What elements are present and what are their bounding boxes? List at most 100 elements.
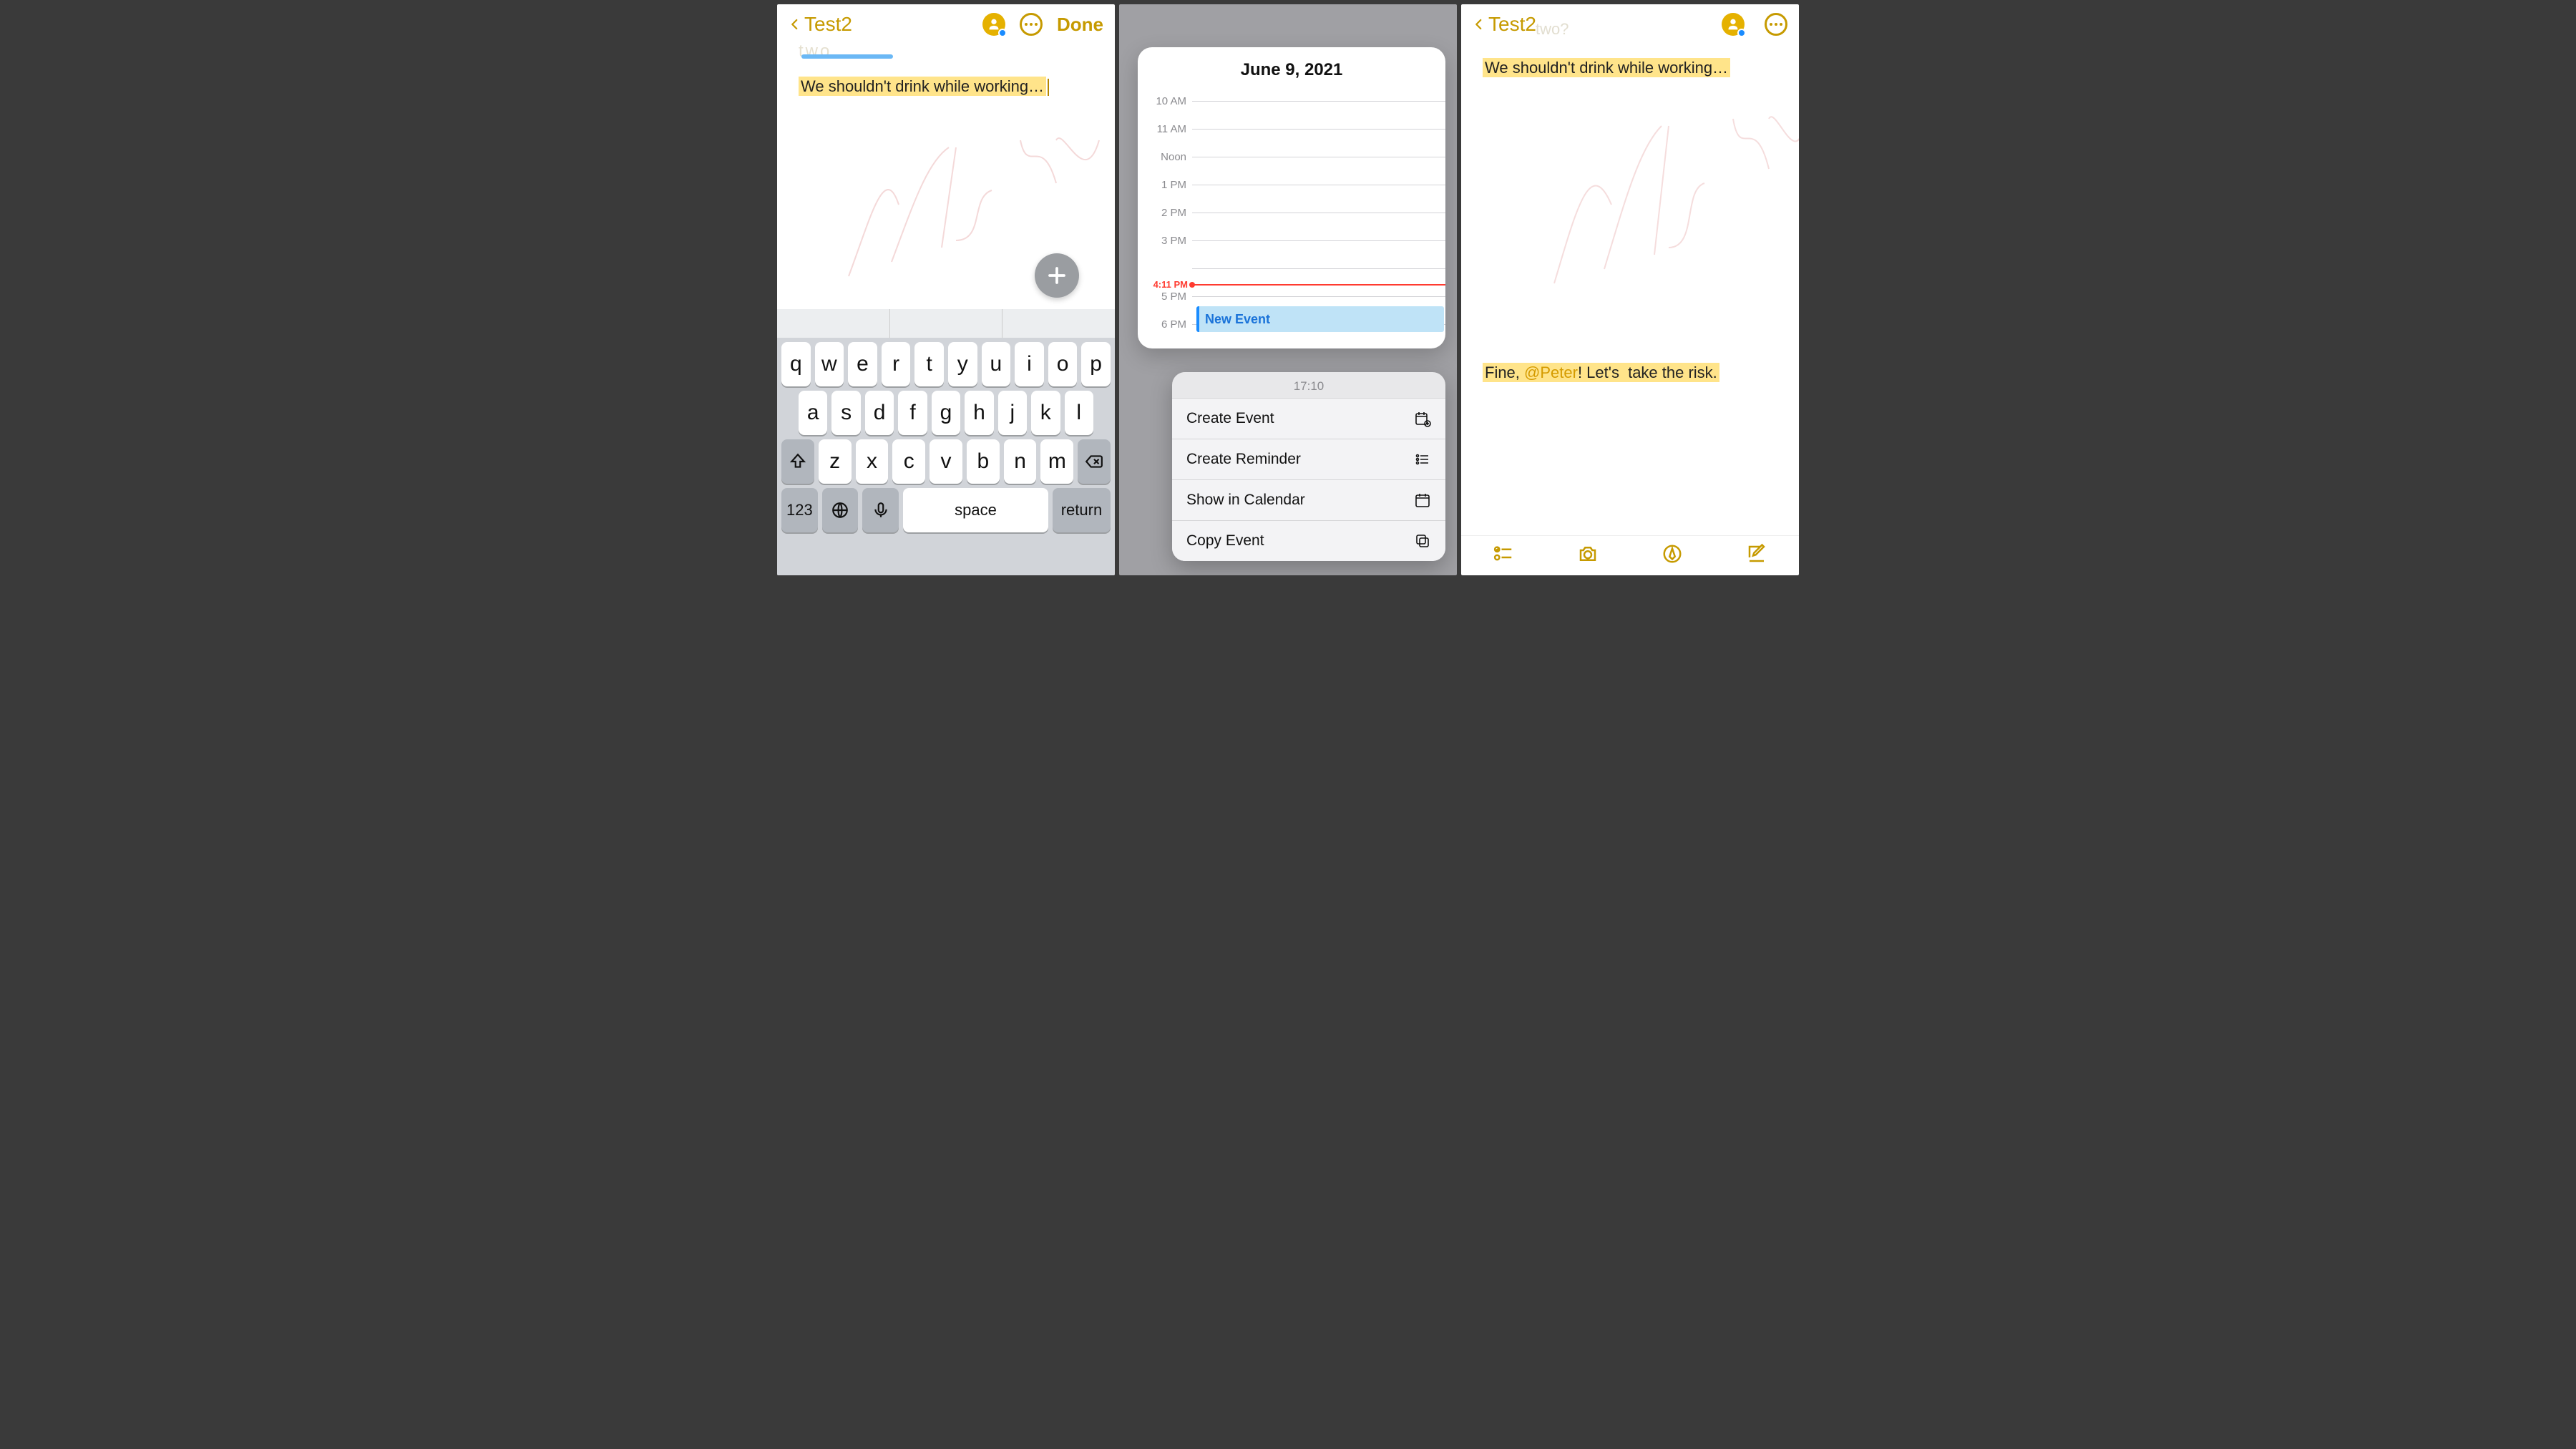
compose-icon [1746,543,1767,565]
ghost-background-text: two? [1536,20,1568,39]
numbers-key[interactable]: 123 [781,488,818,532]
key-k[interactable]: k [1031,391,1060,435]
time-slot: 3 PM [1138,227,1445,255]
mention-link[interactable]: @Peter [1524,364,1578,381]
key-o[interactable]: o [1048,342,1078,386]
key-e[interactable]: e [848,342,877,386]
key-t[interactable]: t [914,342,944,386]
collaborator-avatar[interactable] [982,13,1005,36]
key-d[interactable]: d [865,391,894,435]
current-time-indicator: 4:11 PM [1138,279,1445,290]
menu-show-calendar[interactable]: Show in Calendar [1172,479,1445,520]
key-a[interactable]: a [799,391,827,435]
markup-button[interactable] [1662,543,1683,568]
notes-toolbar [1461,535,1799,575]
keyboard-row-3: z x c v b n m [777,435,1115,484]
chevron-left-icon [789,18,801,31]
key-n[interactable]: n [1004,439,1037,484]
time-slot: Noon [1138,143,1445,171]
key-u[interactable]: u [982,342,1011,386]
key-b[interactable]: b [967,439,1000,484]
context-menu: 17:10 Create Event Create Reminder Show … [1172,372,1445,561]
backspace-icon [1085,452,1103,471]
highlighted-text: We shouldn't drink while working… [799,77,1046,96]
chevron-left-icon [1473,18,1485,31]
globe-icon [831,501,849,519]
key-i[interactable]: i [1015,342,1044,386]
return-key[interactable]: return [1053,488,1111,532]
key-y[interactable]: y [948,342,977,386]
key-x[interactable]: x [856,439,889,484]
camera-button[interactable] [1577,543,1599,568]
add-fab-button[interactable] [1035,253,1079,298]
globe-key[interactable] [822,488,859,532]
backspace-key[interactable] [1078,439,1111,484]
key-z[interactable]: z [819,439,852,484]
key-p[interactable]: p [1081,342,1111,386]
key-v[interactable]: v [930,439,962,484]
keyboard-row-2: a s d f g h j k l [777,386,1115,435]
copy-icon [1414,532,1431,550]
notes-header: Test2 Done [777,4,1115,42]
dictation-key[interactable] [862,488,899,532]
markup-pen-icon [1662,543,1683,565]
note-line-1[interactable]: We shouldn't drink while working… [1483,59,1730,77]
space-key[interactable]: space [903,488,1048,532]
key-g[interactable]: g [932,391,960,435]
calendar-preview-card: June 9, 2021 10 AM 11 AM Noon 1 PM 2 PM … [1138,47,1445,348]
calendar-event-block[interactable]: New Event [1196,306,1444,332]
keyboard-row-4: 123 space return [777,484,1115,532]
back-label: Test2 [1488,13,1536,36]
key-h[interactable]: h [965,391,993,435]
key-c[interactable]: c [892,439,925,484]
presence-dot-icon [998,29,1007,37]
compose-button[interactable] [1746,543,1767,568]
microphone-icon [872,501,890,519]
back-button[interactable]: Test2 [1473,13,1536,36]
handwriting-scribble [1547,97,1799,326]
calendar-popup-panel: June 9, 2021 10 AM 11 AM Noon 1 PM 2 PM … [1119,4,1457,575]
notes-editing-panel: Test2 Done t w o We shouldn't drink while … [777,4,1115,575]
key-s[interactable]: s [831,391,860,435]
key-m[interactable]: m [1040,439,1073,484]
menu-create-event[interactable]: Create Event [1172,398,1445,439]
key-l[interactable]: l [1065,391,1093,435]
collaborator-avatar[interactable] [1722,13,1745,36]
keyboard-row-1: q w e r t y u i o p [777,338,1115,386]
list-icon [1414,451,1431,468]
time-slot: 11 AM [1138,115,1445,143]
keyboard-suggestions-bar[interactable] [777,309,1115,338]
calendar-icon [1414,492,1431,509]
time-slot: 1 PM [1138,171,1445,199]
back-button[interactable]: Test2 [789,13,852,36]
text-cursor [1048,79,1049,96]
notes-header: Test2 [1461,4,1799,42]
menu-create-reminder[interactable]: Create Reminder [1172,439,1445,479]
calendar-date-title: June 9, 2021 [1138,60,1445,87]
current-time-label: 4:11 PM [1138,279,1192,290]
more-button[interactable] [1765,13,1787,36]
note-body[interactable]: We shouldn't drink while working… [799,77,1049,96]
selection-underline [801,54,893,59]
note-line-2[interactable]: Fine, @Peter! Let's take the risk. [1483,364,1719,382]
time-slot: 10 AM [1138,87,1445,115]
more-button[interactable] [1020,13,1043,36]
camera-icon [1577,543,1599,565]
time-slot: 2 PM [1138,199,1445,227]
key-q[interactable]: q [781,342,811,386]
key-r[interactable]: r [882,342,911,386]
done-button[interactable]: Done [1057,14,1103,36]
key-j[interactable]: j [998,391,1027,435]
checklist-button[interactable] [1493,543,1514,568]
back-label: Test2 [804,13,852,36]
plus-icon [1046,265,1068,286]
presence-dot-icon [1737,29,1746,37]
shift-key[interactable] [781,439,814,484]
menu-copy-event[interactable]: Copy Event [1172,520,1445,561]
key-w[interactable]: w [815,342,844,386]
key-f[interactable]: f [898,391,927,435]
shift-icon [789,452,807,471]
highlighted-text: We shouldn't drink while working… [1483,58,1730,77]
checklist-icon [1493,543,1514,565]
calendar-add-icon [1414,410,1431,427]
